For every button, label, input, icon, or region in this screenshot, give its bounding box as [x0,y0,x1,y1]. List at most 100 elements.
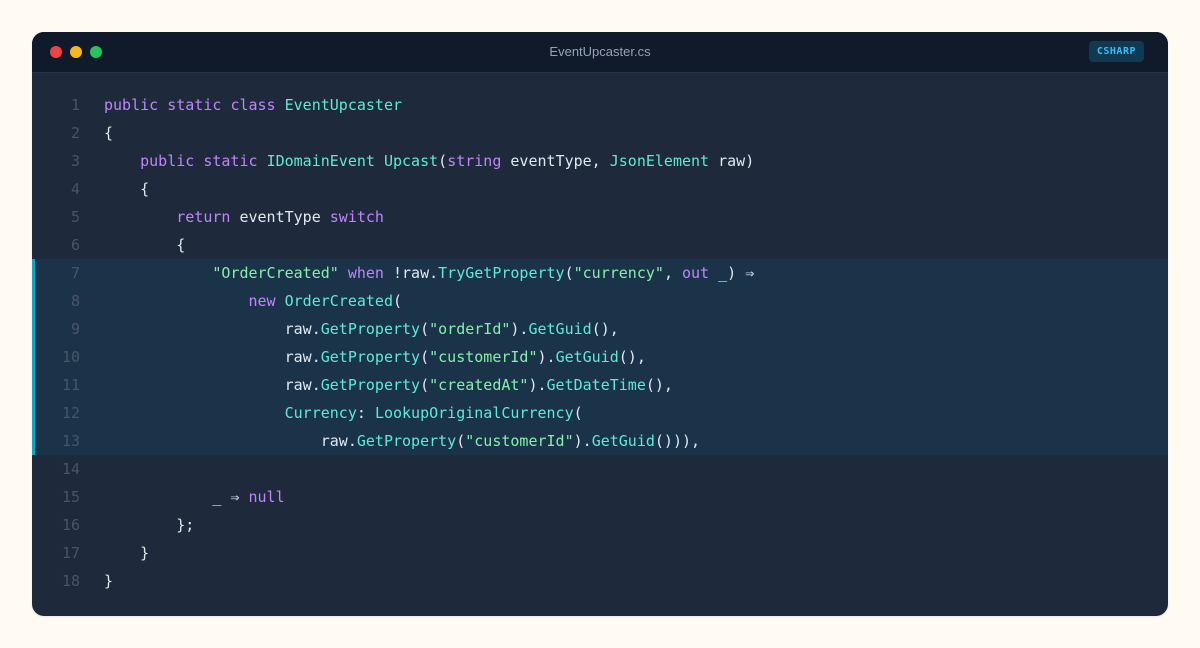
line-number: 8 [70,292,80,310]
code-text: Currency: LookupOriginalCurrency( [104,399,583,427]
code-token: TryGetProperty [438,264,565,282]
code-token: "currency" [573,264,664,282]
code-token: ( [456,432,466,450]
code-token: GetProperty [356,432,457,450]
code-text: new OrderCreated( [104,287,403,315]
code-token: ( [420,376,430,394]
line-number: 15 [61,488,80,506]
code-token: ( [438,152,448,170]
code-token: GetProperty [320,376,421,394]
code-line: 5 return eventType switch [32,203,1168,231]
code-token: GetGuid [555,348,619,366]
line-number: 13 [61,432,80,450]
code-line-highlighted: 8 new OrderCreated( [32,287,1168,315]
code-token: Currency [284,404,357,422]
code-token: , [663,264,682,282]
code-token: _ ⇒ [212,488,249,506]
code-text: { [104,231,185,259]
window-titlebar: EventUpcaster.cs CSHARP [32,32,1168,73]
code-token: out [682,264,710,282]
code-token: eventType, [501,152,610,170]
file-name: EventUpcaster.cs [549,44,651,59]
code-token: GetProperty [320,348,421,366]
code-text: { [104,119,113,147]
line-number: 12 [61,404,80,422]
code-token: }; [176,516,195,534]
code-token: class [230,96,276,114]
line-number: 6 [70,236,80,254]
code-line: 16 }; [32,511,1168,539]
line-number: 14 [61,460,80,478]
code-token: new [248,292,276,310]
code-line: 17 } [32,539,1168,567]
code-token: "customerId" [429,348,538,366]
code-token: raw. [320,432,357,450]
code-window: EventUpcaster.cs CSHARP 1 public static c… [32,32,1168,616]
line-number: 3 [70,152,80,170]
code-token: ). [573,432,592,450]
code-token: { [140,180,150,198]
code-token: { [104,124,114,142]
code-token: public [140,152,195,170]
code-token: LookupOriginalCurrency [374,404,574,422]
code-line-highlighted: 13 raw.GetProperty("customerId").GetGuid… [32,427,1168,455]
code-token: : [356,404,375,422]
code-text: } [104,567,113,595]
code-token: eventType [230,208,330,226]
code-token: EventUpcaster [284,96,403,114]
code-token: (), [618,348,646,366]
code-line-highlighted: 7 "OrderCreated" when !raw.TryGetPropert… [32,259,1168,287]
code-line: 2{ [32,119,1168,147]
code-token: "OrderCreated" [212,264,339,282]
line-number: 1 [70,96,80,114]
code-token: GetProperty [320,320,421,338]
code-line: 18} [32,567,1168,595]
code-token: return [176,208,231,226]
code-text: public static IDomainEvent Upcast(string… [104,147,754,175]
code-line-highlighted: 12 Currency: LookupOriginalCurrency( [32,399,1168,427]
code-token: "createdAt" [429,376,529,394]
code-text: { [104,175,149,203]
code-token: ). [537,348,556,366]
line-number: 5 [70,208,80,226]
code-token: ). [528,376,547,394]
code-token: "orderId" [429,320,511,338]
code-text: "OrderCreated" when !raw.TryGetProperty(… [104,259,754,287]
code-text: _ ⇒ null [104,483,285,511]
code-text: }; [104,511,194,539]
code-text: raw.GetProperty("customerId").GetGuid())… [104,427,700,455]
code-line: 6 { [32,231,1168,259]
code-token: raw. [284,348,321,366]
code-token: when [347,264,384,282]
code-token: ( [564,264,574,282]
code-token: raw. [284,376,321,394]
code-token: Upcast [383,152,439,170]
line-number: 17 [61,544,80,562]
code-token: null [248,488,285,506]
line-number: 4 [70,180,80,198]
code-token: IDomainEvent [266,152,375,170]
line-number: 16 [61,516,80,534]
language-badge: CSHARP [1088,41,1144,62]
code-line: 1 public static class EventUpcaster [32,91,1168,119]
code-line-highlighted: 10 raw.GetProperty("customerId").GetGuid… [32,343,1168,371]
code-token: ( [420,348,430,366]
code-token: (), [645,376,673,394]
code-token: JsonElement [609,152,710,170]
code-line-highlighted: 9 raw.GetProperty("orderId").GetGuid(), [32,315,1168,343]
code-token: string [447,152,502,170]
line-number: 18 [61,572,80,590]
code-token: public [104,96,159,114]
line-number: 9 [70,320,80,338]
code-line: 15 _ ⇒ null [32,483,1168,511]
code-token: } [140,544,150,562]
code-token: static [203,152,258,170]
code-token: ( [573,404,583,422]
